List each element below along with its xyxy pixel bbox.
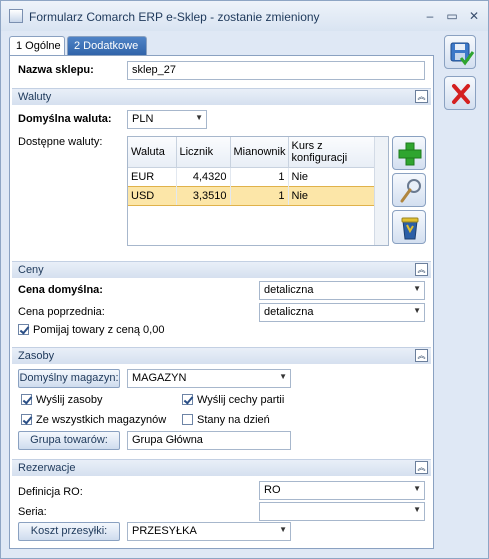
column-header-mianownik[interactable]: Mianownik: [230, 137, 289, 168]
form-window: Formularz Comarch ERP e-Sklep - zostanie…: [0, 0, 489, 559]
grid-scrollbar[interactable]: [374, 137, 388, 245]
previous-price-select[interactable]: detaliczna ▼: [259, 303, 425, 322]
checkbox-checked: [18, 324, 29, 335]
send-batch-features-checkbox[interactable]: Wyślij cechy partii: [182, 394, 284, 406]
send-stock-checkbox[interactable]: Wyślij zasoby: [21, 394, 103, 406]
delete-currency-button[interactable]: [392, 210, 426, 244]
default-warehouse-select[interactable]: MAGAZYN ▼: [127, 369, 291, 388]
stock-on-day-checkbox[interactable]: Stany na dzień: [182, 414, 270, 426]
cell-kurs: Nie: [288, 186, 375, 206]
cancel-icon: [452, 84, 470, 104]
chevron-down-icon: ▼: [279, 372, 287, 381]
shipping-cost-select[interactable]: PRZESYŁKA ▼: [127, 522, 291, 541]
currencies-grid[interactable]: Waluta Licznik Mianownik Kurs z konfigur…: [127, 136, 389, 246]
cell-licznik: 4,4320: [176, 167, 231, 187]
chevron-down-icon: ▼: [413, 284, 421, 293]
series-select[interactable]: ▼: [259, 502, 425, 521]
column-header-waluta[interactable]: Waluta: [128, 137, 177, 168]
ro-definition-value: RO: [264, 484, 281, 496]
available-currencies-label: Dostępne waluty:: [18, 136, 103, 148]
tab-content-ogolne: Nazwa sklepu: sklep_27 Waluty ︽ Domyślna…: [9, 55, 434, 549]
all-warehouses-checkbox[interactable]: Ze wszystkich magazynów: [21, 414, 166, 426]
collapse-rezerwacje-button[interactable]: ︽: [415, 461, 428, 474]
section-header-rezerwacje: Rezerwacje ︽: [12, 459, 431, 476]
default-currency-label: Domyślna waluta:: [18, 113, 112, 125]
default-price-value: detaliczna: [264, 284, 314, 296]
chevron-down-icon: ▼: [413, 306, 421, 315]
tab-ogolne[interactable]: 1 Ogólne: [9, 36, 65, 56]
title-bar: Formularz Comarch ERP e-Sklep - zostanie…: [1, 1, 488, 31]
table-row[interactable]: EUR 4,4320 1 Nie: [128, 167, 375, 187]
shipping-cost-value: PRZESYŁKA: [132, 525, 197, 537]
shipping-cost-button[interactable]: Koszt przesyłki:: [18, 522, 120, 541]
add-currency-button[interactable]: [392, 136, 426, 170]
collapse-waluty-button[interactable]: ︽: [415, 90, 428, 103]
checkbox-checked: [21, 414, 32, 425]
section-title-rezerwacje: Rezerwacje: [18, 462, 76, 474]
all-warehouses-label: Ze wszystkich magazynów: [36, 414, 167, 426]
cell-waluta: EUR: [128, 167, 177, 187]
skip-zero-price-checkbox[interactable]: Pomijaj towary z ceną 0,00: [18, 324, 164, 336]
section-title-waluty: Waluty: [18, 91, 52, 103]
checkbox-unchecked: [182, 414, 193, 425]
chevron-down-icon: ▼: [195, 113, 203, 122]
chevron-down-icon: ▼: [279, 525, 287, 534]
default-warehouse-value: MAGAZYN: [132, 372, 187, 384]
section-header-ceny: Ceny ︽: [12, 261, 431, 278]
magnifier-icon: [400, 179, 421, 203]
collapse-zasoby-button[interactable]: ︽: [415, 349, 428, 362]
skip-zero-price-label: Pomijaj towary z ceną 0,00: [33, 324, 165, 336]
save-button[interactable]: [444, 35, 476, 69]
default-price-label: Cena domyślna:: [18, 284, 103, 296]
plus-icon: [398, 142, 422, 166]
product-group-input[interactable]: Grupa Główna: [127, 431, 291, 450]
cell-mianownik: 1: [230, 167, 289, 187]
chevron-down-icon: ▼: [413, 505, 421, 514]
checkbox-checked: [182, 394, 193, 405]
default-price-select[interactable]: detaliczna ▼: [259, 281, 425, 300]
maximize-button[interactable]: ▭: [444, 8, 460, 24]
app-icon: [9, 9, 23, 23]
send-batch-features-label: Wyślij cechy partii: [197, 394, 285, 406]
section-title-zasoby: Zasoby: [18, 350, 55, 362]
tab-dodatkowe[interactable]: 2 Dodatkowe: [67, 36, 147, 56]
cell-kurs: Nie: [288, 167, 375, 187]
send-stock-label: Wyślij zasoby: [36, 394, 103, 406]
series-label: Seria:: [18, 506, 47, 518]
save-icon: [450, 42, 475, 66]
collapse-ceny-button[interactable]: ︽: [415, 263, 428, 276]
ro-definition-label: Definicja RO:: [18, 486, 83, 498]
section-header-zasoby: Zasoby ︽: [12, 347, 431, 364]
minimize-button[interactable]: –: [422, 8, 438, 24]
table-row-selected[interactable]: USD 3,3510 1 Nie: [128, 186, 375, 206]
section-title-ceny: Ceny: [18, 264, 44, 276]
column-header-kurs[interactable]: Kurs z konfiguracji: [288, 137, 375, 168]
section-header-waluty: Waluty ︽: [12, 88, 431, 105]
column-header-licznik[interactable]: Licznik: [176, 137, 231, 168]
trash-icon: [401, 217, 419, 240]
edit-currency-button[interactable]: [392, 173, 426, 207]
checkbox-checked: [21, 394, 32, 405]
shop-name-label: Nazwa sklepu:: [18, 64, 94, 76]
cell-mianownik: 1: [230, 186, 289, 206]
cell-licznik: 3,3510: [176, 186, 231, 206]
chevron-down-icon: ▼: [413, 484, 421, 493]
close-button[interactable]: ✕: [466, 8, 482, 24]
stock-on-day-label: Stany na dzień: [197, 414, 270, 426]
window-title: Formularz Comarch ERP e-Sklep - zostanie…: [29, 10, 320, 24]
default-warehouse-button[interactable]: Domyślny magazyn:: [18, 369, 120, 388]
previous-price-value: detaliczna: [264, 306, 314, 318]
default-currency-select[interactable]: PLN ▼: [127, 110, 207, 129]
default-currency-value: PLN: [132, 113, 154, 125]
previous-price-label: Cena poprzednia:: [18, 306, 105, 318]
cell-waluta: USD: [128, 186, 177, 206]
ro-definition-select[interactable]: RO ▼: [259, 481, 425, 500]
shop-name-input[interactable]: sklep_27: [127, 61, 425, 80]
cancel-button[interactable]: [444, 76, 476, 110]
product-group-button[interactable]: Grupa towarów:: [18, 431, 120, 450]
